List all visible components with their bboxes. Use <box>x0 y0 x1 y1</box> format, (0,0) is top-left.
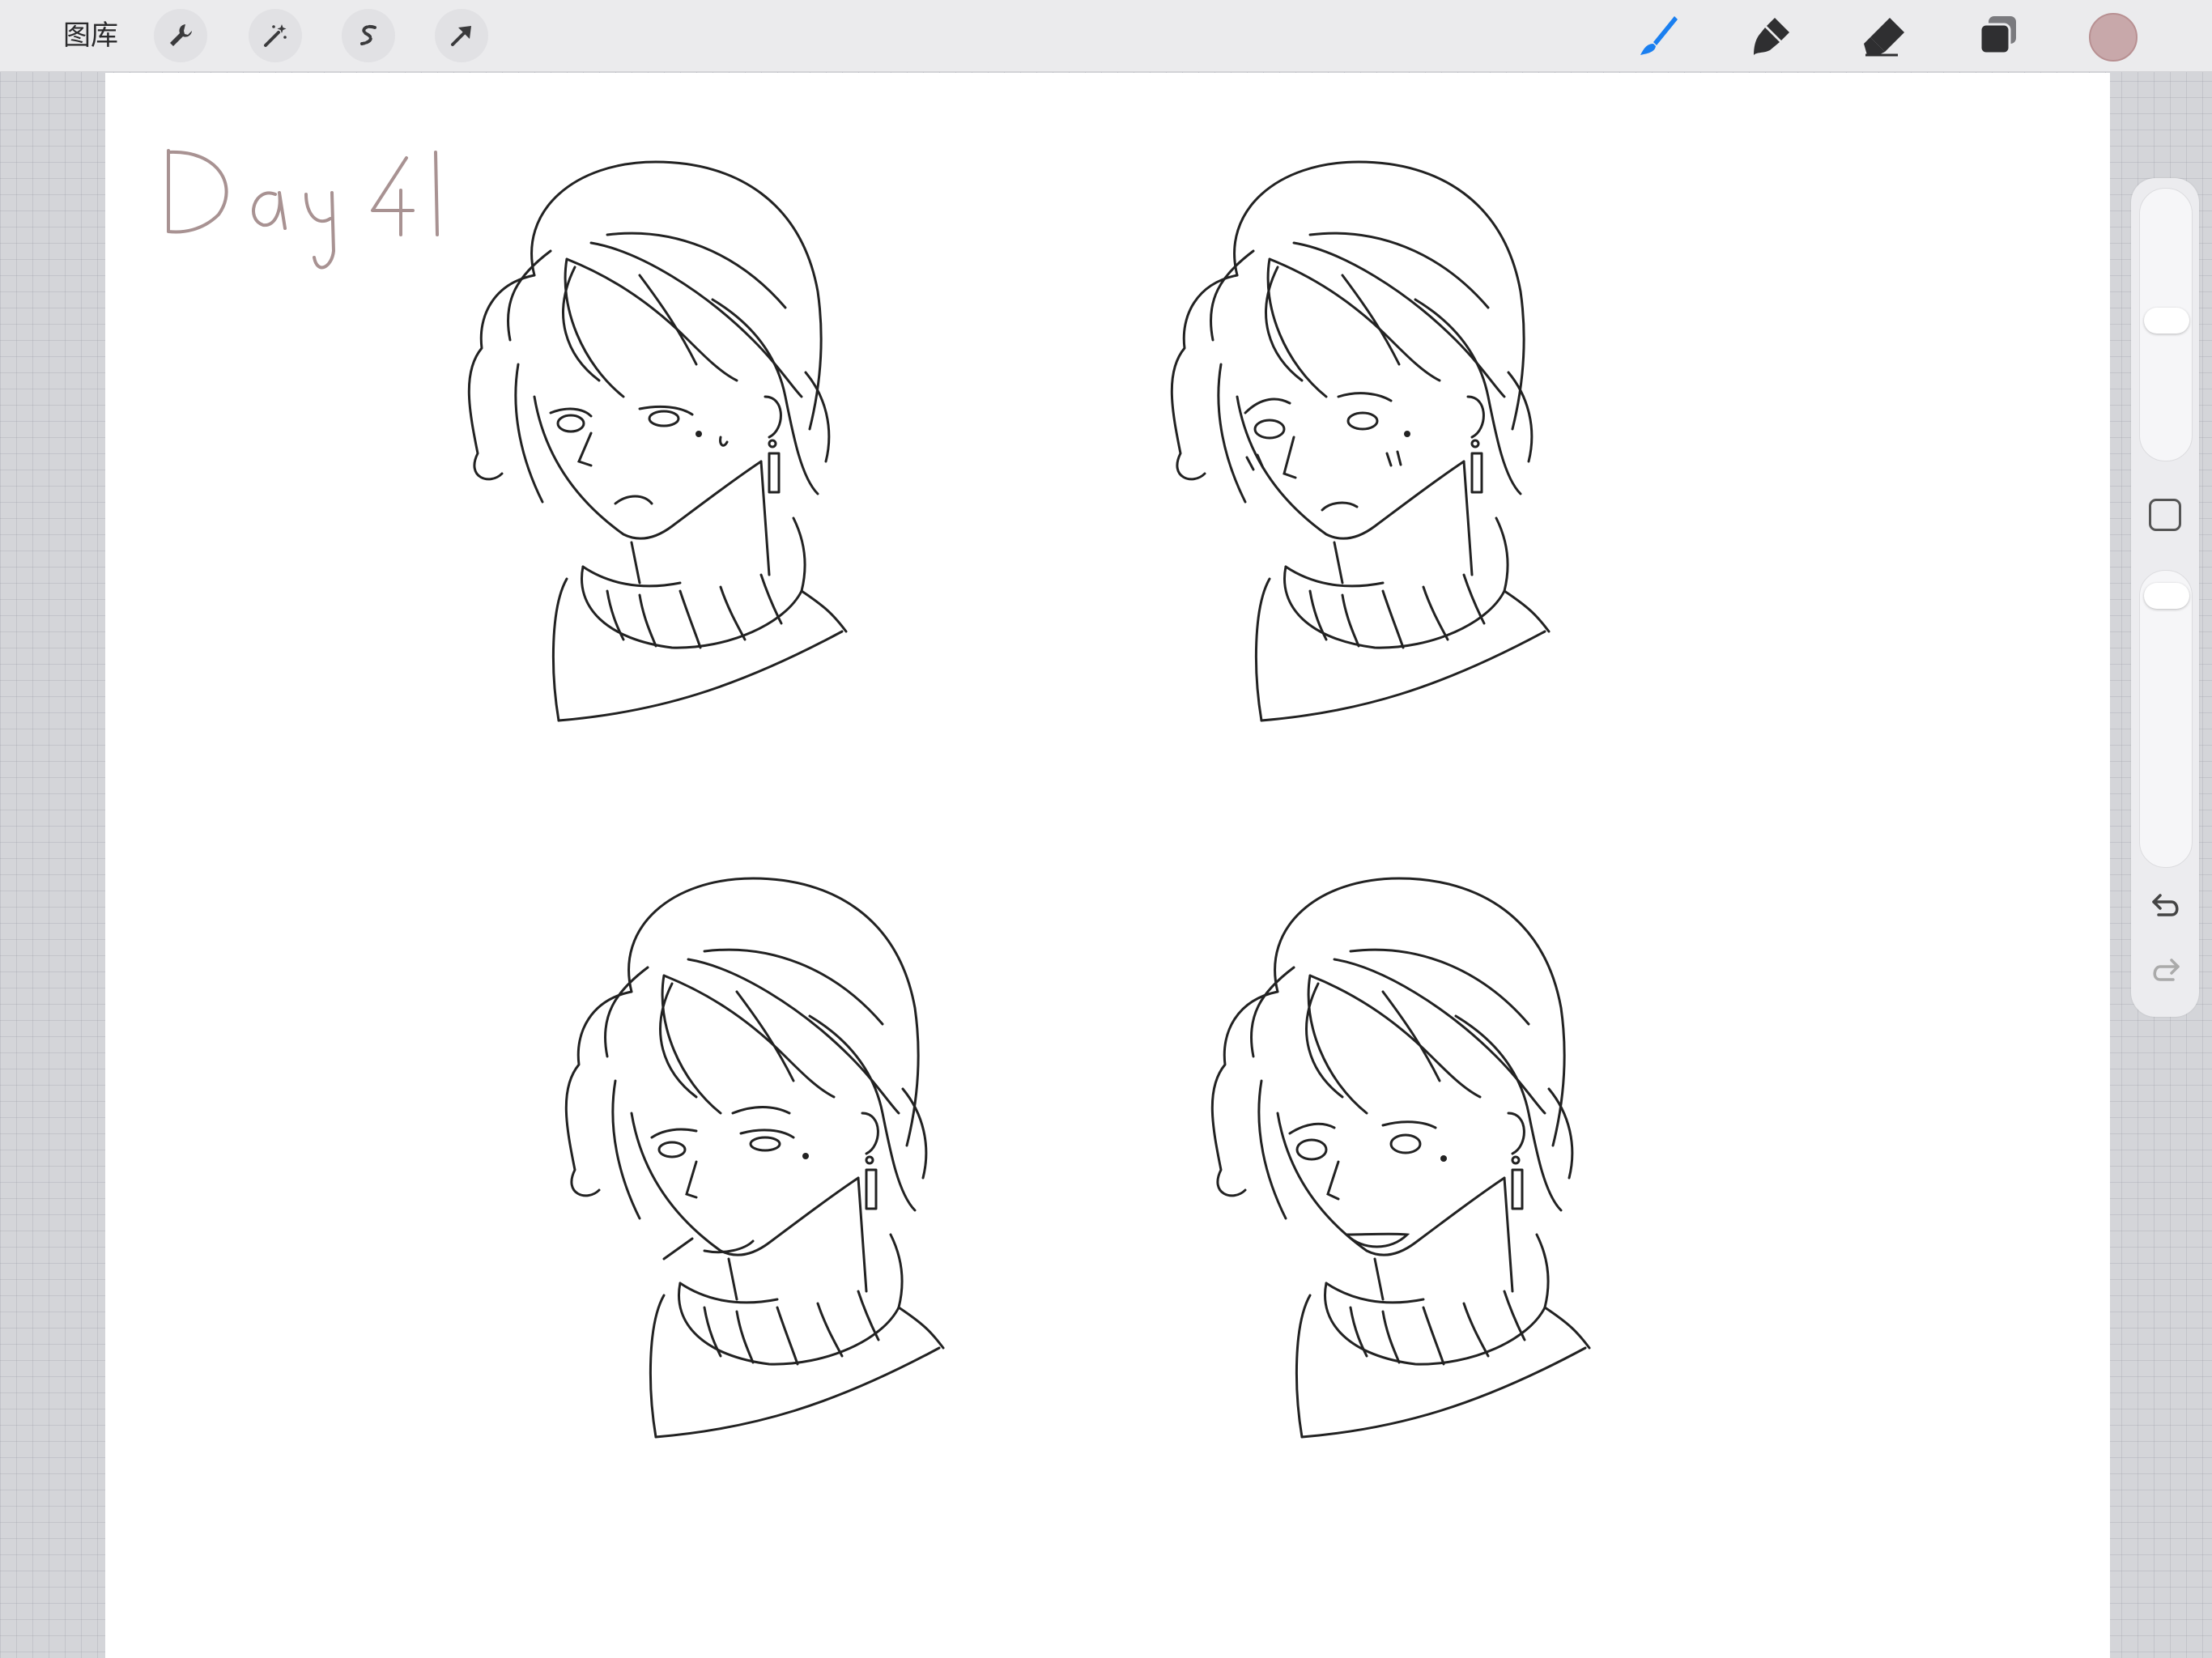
brush-tool-button[interactable] <box>1634 11 1682 60</box>
wrench-icon <box>166 21 195 50</box>
smudge-tool-button[interactable] <box>1747 11 1796 60</box>
magic-wand-icon <box>261 21 290 50</box>
eraser-tool-button[interactable] <box>1861 11 1909 60</box>
brush-icon <box>1634 11 1682 60</box>
top-toolbar: 图库 <box>0 0 2212 72</box>
selection-button[interactable] <box>342 9 395 62</box>
color-picker-button[interactable] <box>2089 13 2138 62</box>
redo-icon <box>2147 954 2184 988</box>
transform-arrow-icon <box>447 21 476 50</box>
undo-button[interactable] <box>2147 889 2184 923</box>
adjustments-wand-button[interactable] <box>249 9 302 62</box>
brush-size-thumb[interactable] <box>2144 308 2189 334</box>
opacity-thumb[interactable] <box>2144 583 2189 609</box>
day-41-handwriting <box>167 149 439 270</box>
gallery-button[interactable]: 图库 <box>63 18 118 53</box>
smudge-icon <box>1747 11 1796 60</box>
eraser-icon <box>1861 11 1909 60</box>
sketch-head-worried <box>1170 160 1551 722</box>
layers-icon <box>1974 11 2023 60</box>
selection-icon <box>354 21 383 50</box>
undo-icon <box>2147 889 2184 923</box>
sketch-head-neutral <box>467 160 848 722</box>
layers-button[interactable] <box>1974 11 2023 60</box>
sketch-head-smirk <box>564 877 945 1439</box>
transform-button[interactable] <box>435 9 488 62</box>
drawing-canvas[interactable] <box>105 73 2110 1658</box>
redo-button[interactable] <box>2147 954 2184 988</box>
modify-button[interactable] <box>2149 499 2181 531</box>
right-sidebar <box>2131 178 2199 1017</box>
canvas-artwork <box>167 149 1591 1439</box>
actions-wrench-button[interactable] <box>154 9 207 62</box>
sketch-head-smile <box>1210 877 1591 1439</box>
opacity-slider[interactable] <box>2139 570 2193 868</box>
